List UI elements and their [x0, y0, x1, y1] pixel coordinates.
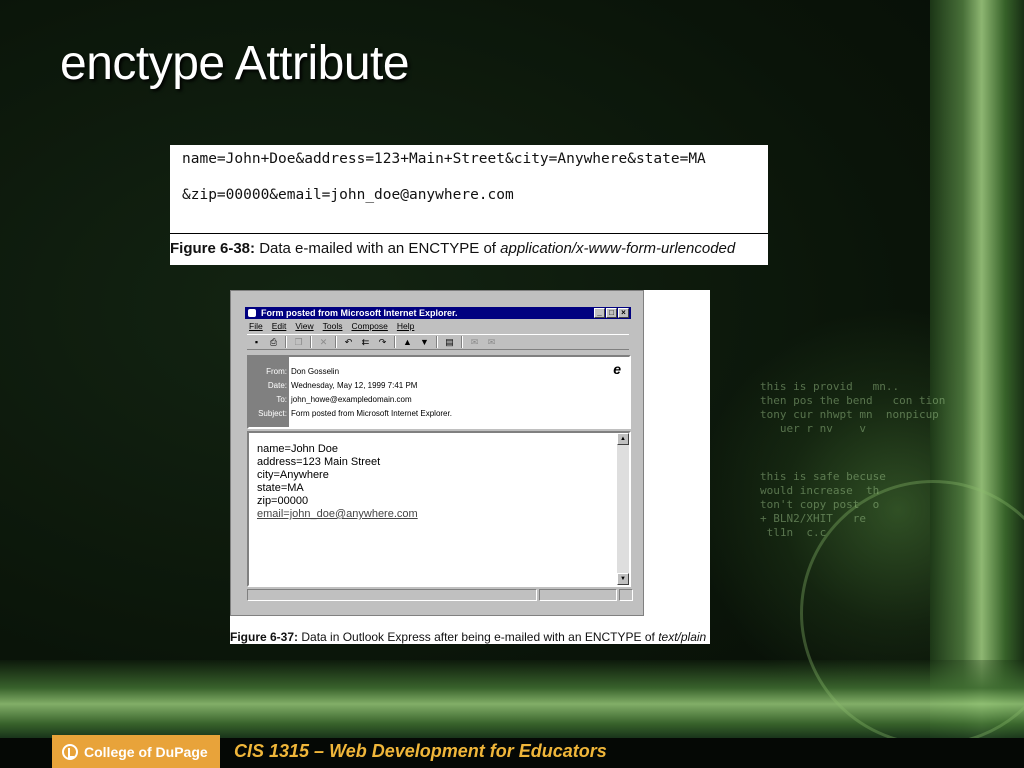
- course-title: CIS 1315 – Web Development for Educators: [234, 741, 607, 761]
- menu-help[interactable]: Help: [397, 321, 414, 331]
- email-window: Form posted from Microsoft Internet Expl…: [230, 290, 644, 616]
- message-header: From: Don Gosselin Date: Wednesday, May …: [247, 355, 631, 429]
- figure-caption-emphasis: application/x-www-form-urlencoded: [500, 240, 736, 257]
- figure-caption-label: Figure 6-38:: [170, 240, 256, 257]
- maximize-button[interactable]: □: [606, 308, 617, 318]
- encoded-data-line-2: &zip=00000&email=john_doe@anywhere.com: [182, 187, 514, 203]
- envelope-icon: [248, 309, 256, 317]
- body-line-address: address=123 Main Street: [257, 456, 381, 468]
- college-logo: College of DuPage: [52, 735, 220, 768]
- resize-grip[interactable]: [619, 589, 633, 601]
- window-title: Form posted from Microsoft Internet Expl…: [261, 308, 458, 318]
- save-icon[interactable]: ▪: [251, 337, 262, 347]
- body-line-state: state=MA: [257, 482, 304, 494]
- toolbar: ▪ ⎙ ❐ ✕ ↶ ⇇ ↷ ▲ ▼ ▤ ✉ ✉: [247, 334, 629, 350]
- figure-caption-text: Data e-mailed with an ENCTYPE of: [255, 240, 501, 257]
- internet-explorer-icon: e: [613, 361, 621, 377]
- scroll-up-button[interactable]: ▲: [617, 433, 629, 445]
- menu-compose[interactable]: Compose: [351, 321, 387, 331]
- figure-caption-text: Data in Outlook Express after being e-ma…: [298, 630, 659, 644]
- next-icon[interactable]: ▼: [419, 337, 430, 347]
- menu-file[interactable]: File: [249, 321, 263, 331]
- forward-icon[interactable]: ↷: [377, 337, 388, 347]
- body-line-zip: zip=00000: [257, 495, 309, 507]
- reply-all-icon[interactable]: ⇇: [360, 337, 371, 347]
- toolbar-separator: [461, 336, 463, 348]
- encoded-data-line-1: name=John+Doe&address=123+Main+Street&ci…: [182, 151, 706, 167]
- college-logo-icon: [62, 743, 78, 760]
- toolbar-separator: [335, 336, 337, 348]
- page-title: enctype Attribute: [60, 37, 410, 90]
- status-cell-main: [247, 589, 537, 601]
- figure-caption-label: Figure 6-37:: [230, 630, 299, 644]
- figure-caption-emphasis: text/plain: [658, 630, 707, 644]
- figure-caption: Figure 6-38: Data e-mailed with an ENCTY…: [170, 240, 735, 257]
- college-logo-text: College of DuPage: [84, 743, 208, 760]
- minimize-button[interactable]: _: [594, 308, 605, 318]
- body-line-city: city=Anywhere: [257, 469, 329, 481]
- figure-divider: [170, 233, 768, 234]
- toolbar-separator: [310, 336, 312, 348]
- figure-outlook-express: Form posted from Microsoft Internet Expl…: [230, 290, 710, 644]
- address-book-icon[interactable]: ▤: [444, 337, 455, 347]
- date-label: Date:: [267, 381, 287, 390]
- send-icon[interactable]: ✉: [469, 337, 480, 347]
- background-code-texture: this is provid mn.. then pos the bend co…: [760, 380, 946, 435]
- message-body[interactable]: name=John Doe address=123 Main Street ci…: [247, 431, 631, 587]
- window-controls: _ □ ×: [594, 308, 629, 318]
- body-email-link[interactable]: email=john_doe@anywhere.com: [257, 508, 418, 521]
- vertical-scrollbar[interactable]: ▲ ▼: [617, 433, 629, 585]
- window-titlebar[interactable]: Form posted from Microsoft Internet Expl…: [245, 307, 631, 319]
- menu-view[interactable]: View: [295, 321, 313, 331]
- reply-icon[interactable]: ↶: [343, 337, 354, 347]
- subject-label: Subject:: [258, 409, 287, 418]
- toolbar-separator: [436, 336, 438, 348]
- to-label: To:: [276, 395, 287, 404]
- figure-caption: Figure 6-37: Data in Outlook Express aft…: [230, 630, 706, 644]
- body-line-name: name=John Doe: [257, 443, 339, 455]
- previous-icon[interactable]: ▲: [402, 337, 413, 347]
- close-button[interactable]: ×: [618, 308, 629, 318]
- copy-icon[interactable]: ❐: [293, 337, 304, 347]
- menu-bar: File Edit View Tools Compose Help: [249, 321, 414, 331]
- figure-url-encoded: name=John+Doe&address=123+Main+Street&ci…: [170, 145, 768, 265]
- menu-edit[interactable]: Edit: [272, 321, 287, 331]
- scroll-down-button[interactable]: ▼: [617, 573, 629, 585]
- receive-icon[interactable]: ✉: [486, 337, 497, 347]
- status-cell-secondary: [539, 589, 617, 601]
- status-bar: [247, 589, 633, 601]
- subject-value: Form posted from Microsoft Internet Expl…: [291, 409, 452, 418]
- toolbar-separator: [285, 336, 287, 348]
- from-value: Don Gosselin: [291, 367, 340, 376]
- background-code-texture-2: this is safe becuse would increase th to…: [760, 470, 886, 539]
- delete-icon[interactable]: ✕: [318, 337, 329, 347]
- date-value: Wednesday, May 12, 1999 7:41 PM: [291, 381, 418, 390]
- menu-tools[interactable]: Tools: [323, 321, 343, 331]
- print-icon[interactable]: ⎙: [268, 337, 279, 347]
- from-label: From:: [266, 367, 287, 376]
- toolbar-separator: [394, 336, 396, 348]
- to-value: john_howe@exampledomain.com: [291, 395, 412, 404]
